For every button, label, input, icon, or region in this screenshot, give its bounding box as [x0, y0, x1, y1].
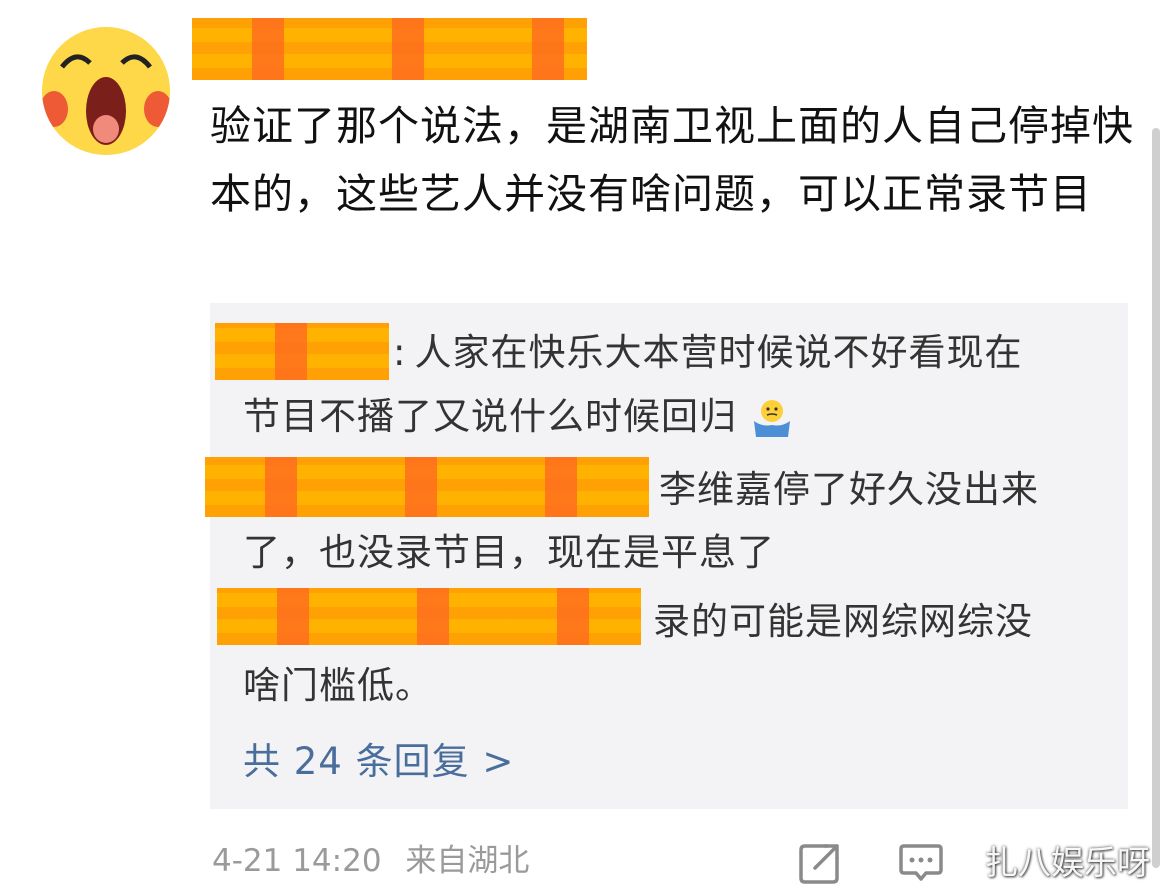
reply-item-continued[interactable]: 了，也没录节目，现在是平息了 [243, 522, 775, 584]
reply-text: 了，也没录节目，现在是平息了 [243, 531, 775, 574]
scrollbar[interactable] [1152, 128, 1160, 868]
reply-author-redacted[interactable] [217, 588, 641, 645]
post-body: 验证了那个说法，是湖南卫视上面的人自己停掉快本的，这些艺人并没有啥问题，可以正常… [210, 102, 1134, 218]
shrug-emoji-icon [750, 397, 794, 441]
reply-text: 节目不播了又说什么时候回归 [243, 395, 737, 438]
reply-author-redacted[interactable] [205, 457, 649, 517]
reply-text: 啥门槛低。 [243, 664, 433, 707]
view-all-replies-link[interactable]: 共 24 条回复 > [243, 734, 514, 790]
avatar[interactable] [42, 27, 170, 155]
share-button[interactable] [797, 840, 843, 886]
share-icon [799, 844, 839, 884]
location: 来自湖北 [405, 843, 530, 879]
reply-item[interactable]: : 人家在快乐大本营时候说不好看现在 [393, 322, 1022, 384]
reply-text: 人家在快乐大本营时候说不好看现在 [414, 331, 1023, 374]
reply-item[interactable]: 录的可能是网综网综没 [653, 591, 1033, 653]
reply-separator: : [393, 331, 407, 374]
reply-author-redacted[interactable] [215, 323, 389, 380]
comment-icon [899, 844, 943, 881]
post-meta: 4-21 14:20 来自湖北 [212, 836, 529, 886]
watermark-text: 扎八娱乐呀 [985, 843, 1150, 882]
pikachu-avatar-icon [42, 27, 170, 155]
reply-text: 录的可能是网综网综没 [653, 600, 1033, 643]
reply-text: 李维嘉停了好久没出来 [659, 468, 1039, 511]
timestamp: 4-21 14:20 [212, 843, 382, 879]
comment-button[interactable] [898, 840, 944, 886]
reply-item-continued[interactable]: 节目不播了又说什么时候回归 [243, 386, 794, 448]
username-redacted[interactable] [192, 18, 587, 80]
reply-item[interactable]: 李维嘉停了好久没出来 [659, 459, 1039, 521]
reply-item-continued[interactable]: 啥门槛低。 [243, 655, 433, 717]
